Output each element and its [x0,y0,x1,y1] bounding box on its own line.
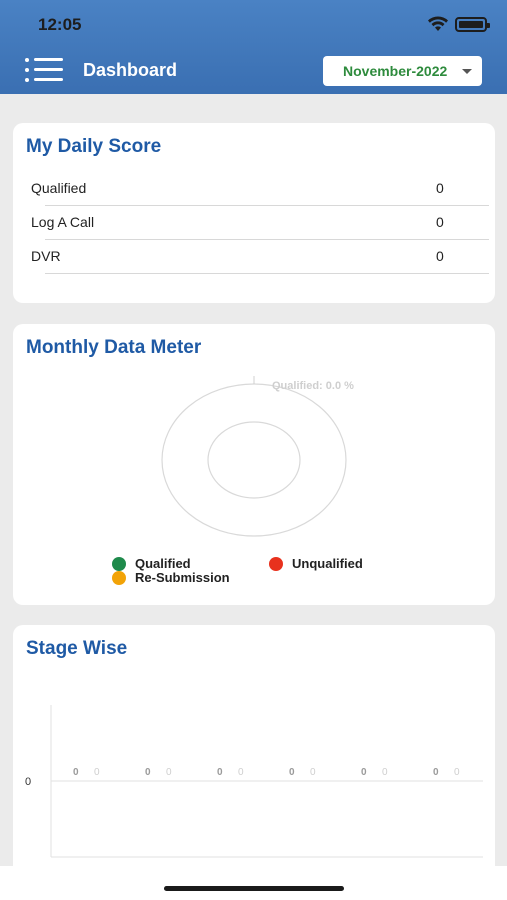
donut-outer-ring [161,383,347,537]
app-header: 12:05 Dashboard November-2022 [0,0,507,94]
bar-labels: 0 0 0 0 0 0 0 0 0 0 0 0 [73,767,460,778]
bar-value-label: 0 [217,767,223,778]
legend-swatch [269,556,283,571]
score-label: DVR [31,248,61,264]
legend-label: Unqualified [292,556,363,571]
legend-swatch [112,570,126,585]
score-value: 0 [436,248,444,264]
stage-wise-chart: 0 0 0 0 0 0 0 0 0 0 0 0 0 [25,705,483,858]
legend-qualified: Qualified [112,556,191,571]
row-divider [45,273,489,274]
wifi-icon [428,16,448,31]
legend-unqualified: Unqualified [269,556,363,571]
legend-label: Qualified [135,556,191,571]
stage-wise-card: Stage Wise 0 000000000000 [13,625,495,885]
legend-swatch [112,556,126,571]
legend-re-submission: Re-Submission [112,570,230,585]
status-time: 12:05 [38,15,82,34]
battery-icon [455,16,490,32]
data-meter-card: Monthly Data Meter Qualified: 0.0 % Qual… [13,324,495,605]
status-icons [427,16,490,32]
bar-value-label: 0 [361,767,367,778]
home-indicator[interactable] [164,886,344,891]
month-value: November-2022 [343,63,448,79]
bar-value-label: 0 [145,767,151,778]
daily-score-card: My Daily Score Qualified 0 Log A Call 0 … [13,123,495,303]
month-dropdown[interactable]: November-2022 [323,56,482,86]
bar-alt-label: 0 [382,767,388,778]
score-value: 0 [436,180,444,196]
bar-value-label: 0 [289,767,295,778]
bar-value-label: 0 [73,767,79,778]
donut-chart: Qualified: 0.0 % [161,376,354,537]
y-tick-label: 0 [25,776,31,788]
daily-score-title: My Daily Score [26,136,162,157]
menu-icon[interactable] [25,58,63,84]
bar-alt-label: 0 [238,767,244,778]
bar-value-label: 0 [433,767,439,778]
score-value: 0 [436,214,444,230]
donut-callout: Qualified: 0.0 % [272,380,354,392]
donut-inner-ring [207,421,301,499]
legend-label: Re-Submission [135,570,230,585]
bar-alt-label: 0 [166,767,172,778]
bottom-safe-area [0,866,507,900]
score-row-log-a-call: Log A Call 0 [31,206,489,240]
bar-alt-label: 0 [454,767,460,778]
score-row-dvr: DVR 0 [31,240,489,274]
bar-alt-label: 0 [310,767,316,778]
bar-alt-label: 0 [94,767,100,778]
score-row-qualified: Qualified 0 [31,172,489,206]
page-title: Dashboard [83,60,178,80]
score-label: Qualified [31,180,87,196]
score-label: Log A Call [31,214,95,230]
chevron-down-icon [462,69,472,74]
